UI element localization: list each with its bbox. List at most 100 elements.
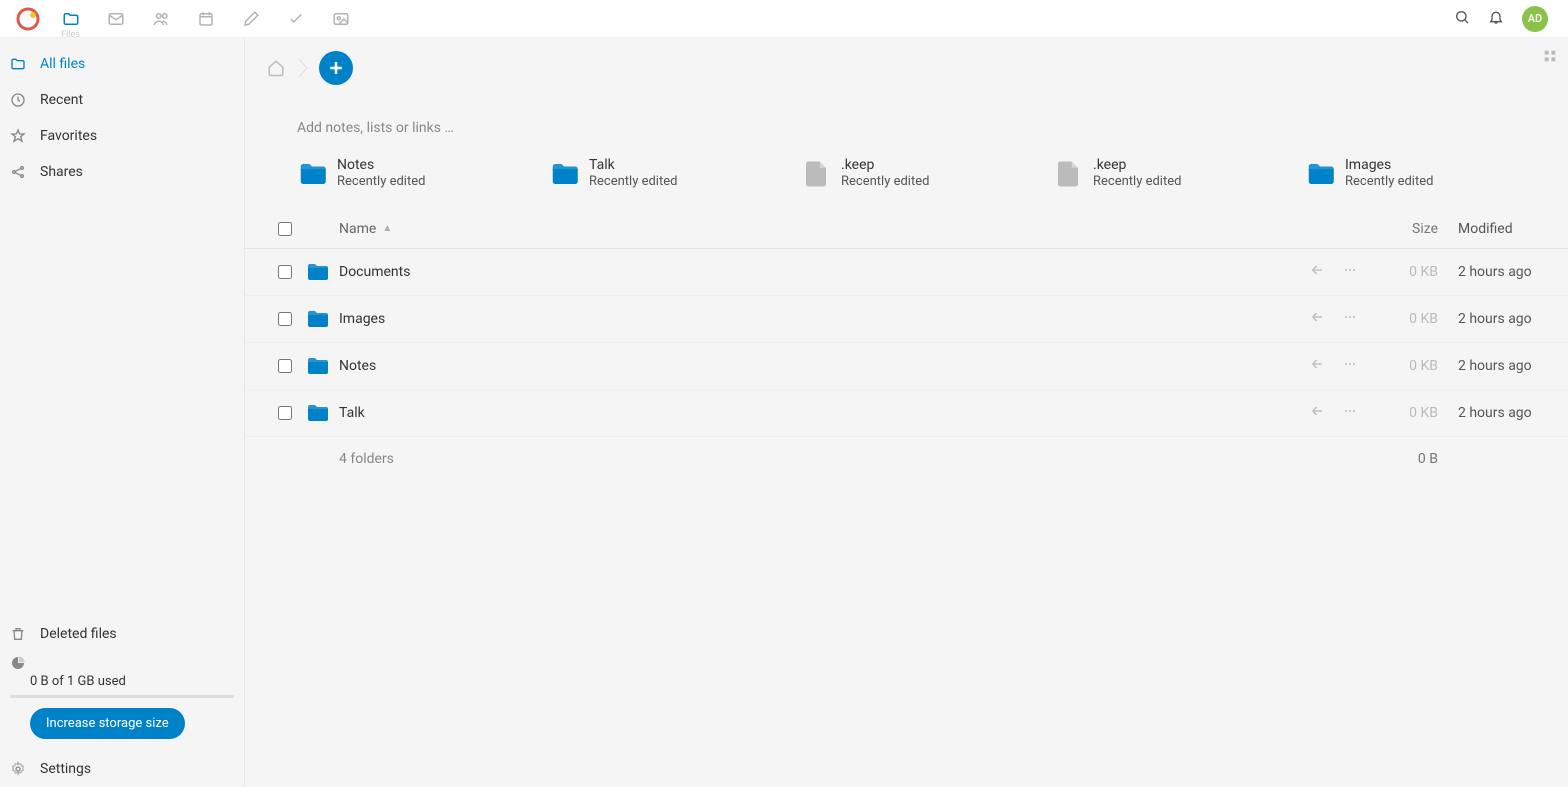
notes-hint[interactable]: Add notes, lists or links … [245,98,1568,156]
pie-icon [10,655,26,671]
summary-count: 4 folders [305,451,1278,467]
file-modified: 2 hours ago [1458,264,1568,280]
sidebar-item-shares[interactable]: Shares [0,154,244,190]
more-icon[interactable] [1342,262,1358,282]
file-size: 0 KB [1368,358,1458,374]
sidebar-item-label: Deleted files [40,626,117,642]
nav-files[interactable]: Files [48,0,93,38]
folder-icon [549,159,579,189]
share-icon[interactable] [1310,403,1326,423]
nav-files-label: Files [61,30,80,40]
file-row[interactable]: Talk0 KB2 hours ago [245,390,1568,437]
column-header-size[interactable]: Size [1368,221,1458,237]
recent-item-subtitle: Recently edited [337,174,425,191]
quota-row [0,652,244,674]
view-toggle-grid[interactable] [1542,48,1558,68]
file-icon [801,159,831,189]
nav-photos[interactable] [318,0,363,38]
recent-item-title: Images [1345,156,1433,174]
topbar-right: AD [1454,6,1560,32]
more-icon[interactable] [1342,403,1358,423]
storage-quota-text: 0 B of 1 GB used [0,674,244,695]
folder-icon [1305,159,1335,189]
file-row[interactable]: Notes 0 KB2 hours ago [245,343,1568,390]
folder-icon [305,260,339,284]
new-button[interactable] [319,51,353,85]
notifications-icon[interactable] [1488,9,1504,29]
column-header-modified[interactable]: Modified [1458,221,1568,237]
sidebar-item-label: Settings [40,761,91,777]
nav-calendar[interactable] [183,0,228,38]
main-content: Add notes, lists or links … NotesRecentl… [245,38,1568,787]
file-name[interactable]: Notes [339,358,1278,374]
sidebar-item-deleted[interactable]: Deleted files [0,616,244,652]
user-avatar[interactable]: AD [1522,6,1548,32]
recent-item-subtitle: Recently edited [841,174,929,191]
sidebar-item-recent[interactable]: Recent [0,82,244,118]
file-row[interactable]: Documents 0 KB2 hours ago [245,249,1568,296]
row-checkbox[interactable] [265,265,305,279]
sidebar-item-label: Favorites [40,128,97,144]
breadcrumb-home[interactable] [259,51,293,85]
more-icon[interactable] [1342,356,1358,376]
file-name[interactable]: Images [339,311,1278,327]
sidebar-item-settings[interactable]: Settings [0,751,244,787]
sort-indicator-icon: ▲ [382,223,392,234]
breadcrumb-bar [245,38,1568,98]
star-icon [10,128,26,144]
share-icon[interactable] [1310,262,1326,282]
recent-item[interactable]: TalkRecently edited [549,156,801,191]
share-icon[interactable] [1310,309,1326,329]
recent-item[interactable]: ImagesRecently edited [1305,156,1557,191]
file-modified: 2 hours ago [1458,358,1568,374]
sidebar-item-all-files[interactable]: All files [0,46,244,82]
recent-item-subtitle: Recently edited [1345,174,1433,191]
row-checkbox[interactable] [265,359,305,373]
gear-icon [10,761,26,777]
row-checkbox[interactable] [265,312,305,326]
clock-icon [10,92,26,108]
row-checkbox[interactable] [265,406,305,420]
topbar: Files AD [0,0,1568,38]
recent-item[interactable]: .keepRecently edited [801,156,1053,191]
recent-items-row: NotesRecently editedTalkRecently edited.… [245,156,1568,191]
increase-storage-button[interactable]: Increase storage size [30,708,185,739]
sidebar-item-label: Shares [40,164,83,180]
nav-contacts[interactable] [138,0,183,38]
share-icon [10,164,26,180]
folder-icon [10,56,26,72]
recent-item-title: .keep [841,156,929,174]
file-size: 0 KB [1368,264,1458,280]
folder-icon [305,307,339,331]
recent-item[interactable]: .keepRecently edited [1053,156,1305,191]
share-icon[interactable] [1310,356,1326,376]
sidebar-item-label: All files [40,56,85,72]
search-icon[interactable] [1454,9,1470,29]
recent-item[interactable]: NotesRecently edited [297,156,549,191]
file-size: 0 KB [1368,311,1458,327]
file-row[interactable]: Images 0 KB2 hours ago [245,296,1568,343]
recent-item-title: Notes [337,156,425,174]
column-header-name[interactable]: Name ▲ [305,221,1278,237]
storage-quota-bar [10,695,234,698]
folder-icon [305,401,339,425]
folder-icon [305,354,339,378]
nav-notes[interactable] [228,0,273,38]
file-name[interactable]: Documents [339,264,1278,280]
recent-item-title: .keep [1093,156,1181,174]
select-all-checkbox[interactable] [265,222,305,236]
file-name[interactable]: Talk [339,405,1278,421]
file-icon [1053,159,1083,189]
file-table-header: Name ▲ Size Modified [245,209,1568,249]
nav-mail[interactable] [93,0,138,38]
app-logo[interactable] [16,7,40,31]
nav-tasks[interactable] [273,0,318,38]
recent-item-subtitle: Recently edited [1093,174,1181,191]
more-icon[interactable] [1342,309,1358,329]
file-table: Name ▲ Size Modified Documents0 KB2 hour… [245,209,1568,481]
breadcrumb-separator-icon [293,51,313,85]
top-nav: Files [48,0,363,38]
file-size: 0 KB [1368,405,1458,421]
sidebar-item-favorites[interactable]: Favorites [0,118,244,154]
file-modified: 2 hours ago [1458,311,1568,327]
